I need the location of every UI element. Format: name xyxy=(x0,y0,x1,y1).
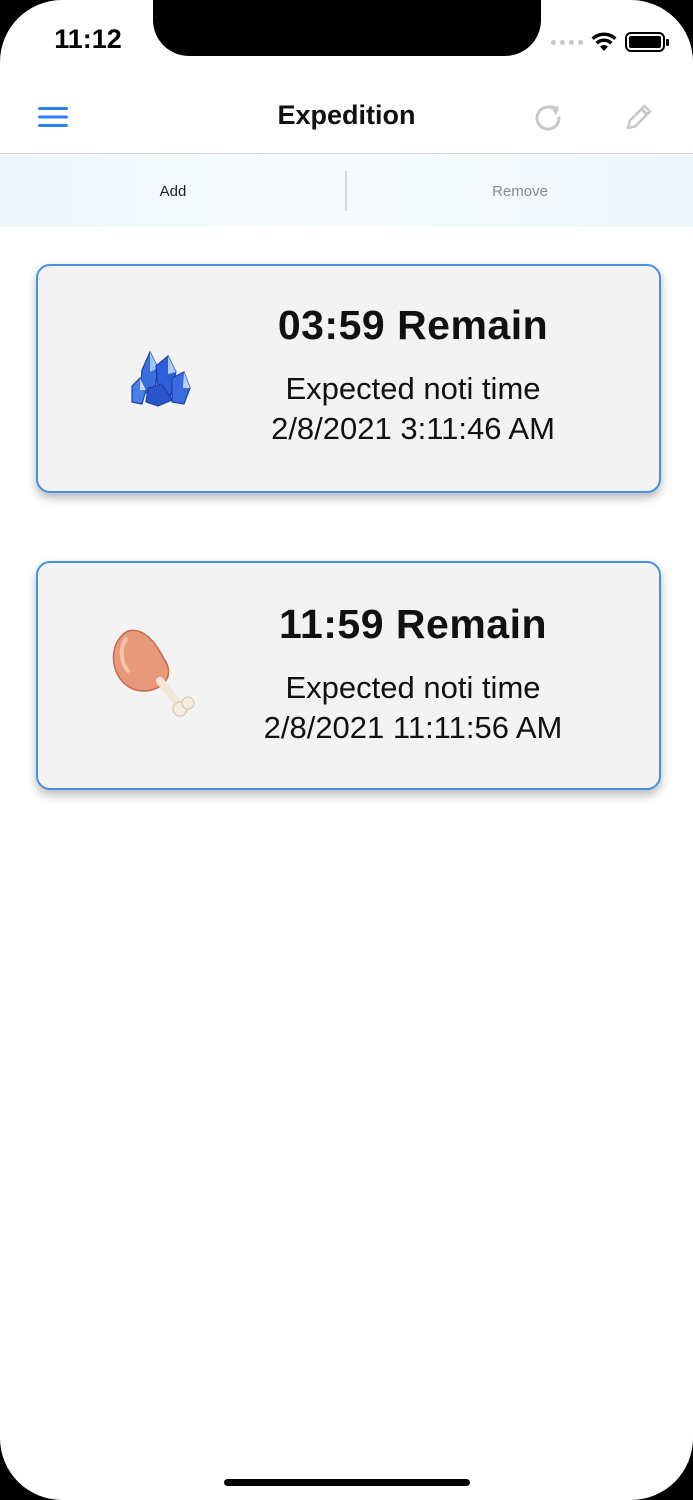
cellular-signal-icon xyxy=(551,39,583,45)
noti-time-label: Expected noti time xyxy=(285,670,541,705)
drumstick-icon xyxy=(112,629,195,717)
nav-bar: Expedition xyxy=(0,80,693,154)
app-screen: 11:12 Expedition Add Remove 03:59 Remain… xyxy=(0,0,693,1500)
pencil-edit-icon[interactable] xyxy=(620,100,656,136)
device-notch xyxy=(153,0,541,56)
remove-button[interactable]: Remove xyxy=(347,155,693,227)
segmented-control: Add Remove xyxy=(0,155,693,227)
card-text: 11:59 Remain Expected noti time 2/8/2021… xyxy=(228,563,598,746)
noti-time-value: 2/8/2021 3:11:46 AM xyxy=(271,411,555,446)
status-time: 11:12 xyxy=(54,24,122,54)
status-indicators xyxy=(551,30,669,54)
battery-icon xyxy=(625,32,669,52)
card-text: 03:59 Remain Expected noti time 2/8/2021… xyxy=(228,266,598,447)
home-indicator[interactable] xyxy=(224,1479,470,1486)
add-button[interactable]: Add xyxy=(0,155,346,227)
expedition-card[interactable]: 03:59 Remain Expected noti time 2/8/2021… xyxy=(36,264,661,493)
page-title: Expedition xyxy=(277,100,416,130)
remaining-time: 11:59 Remain xyxy=(278,601,548,647)
noti-time-value: 2/8/2021 11:11:56 AM xyxy=(263,710,563,745)
crystal-icon xyxy=(131,350,191,407)
remaining-time: 03:59 Remain xyxy=(277,302,549,348)
wifi-icon xyxy=(591,32,617,51)
refresh-icon[interactable] xyxy=(530,100,566,136)
expedition-card[interactable]: 11:59 Remain Expected noti time 2/8/2021… xyxy=(36,561,661,790)
noti-time-label: Expected noti time xyxy=(285,371,541,406)
